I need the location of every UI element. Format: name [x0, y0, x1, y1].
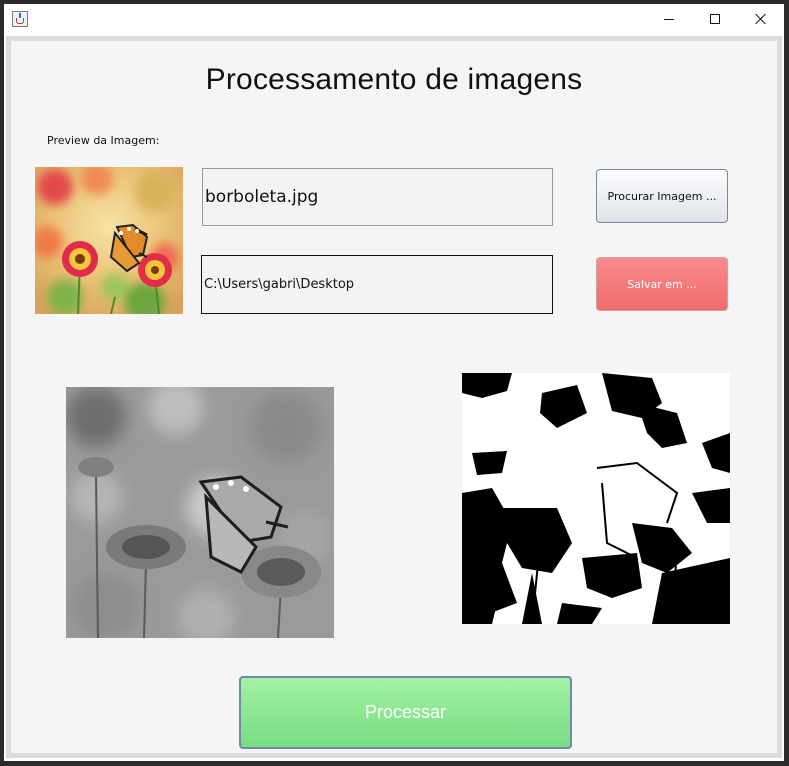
- preview-image: [35, 167, 183, 314]
- title-bar[interactable]: [4, 4, 784, 35]
- grayscale-image: [66, 387, 334, 638]
- save-path-field[interactable]: C:\Users\gabri\Desktop: [201, 255, 553, 314]
- minimize-button[interactable]: [646, 4, 692, 35]
- file-name-field[interactable]: borboleta.jpg: [202, 168, 553, 226]
- minimize-icon: [664, 19, 674, 20]
- maximize-icon: [710, 14, 720, 24]
- close-button[interactable]: [738, 4, 784, 35]
- maximize-button[interactable]: [692, 4, 738, 35]
- save-to-button[interactable]: Salvar em ...: [596, 257, 728, 311]
- file-name-value: borboleta.jpg: [205, 187, 319, 207]
- app-window: Processamento de imagens Preview da Imag…: [4, 4, 784, 761]
- java-app-icon[interactable]: [12, 11, 28, 27]
- window-frame: Processamento de imagens Preview da Imag…: [6, 36, 782, 758]
- process-button[interactable]: Processar: [239, 676, 572, 749]
- preview-label: Preview da Imagem:: [47, 134, 160, 147]
- close-icon: [755, 13, 767, 25]
- binary-image: [462, 373, 730, 624]
- save-path-value: C:\Users\gabri\Desktop: [204, 277, 355, 292]
- page-title: Processamento de imagens: [205, 63, 583, 96]
- browse-image-button[interactable]: Procurar Imagem ...: [596, 169, 728, 223]
- content-panel: Processamento de imagens Preview da Imag…: [11, 41, 777, 753]
